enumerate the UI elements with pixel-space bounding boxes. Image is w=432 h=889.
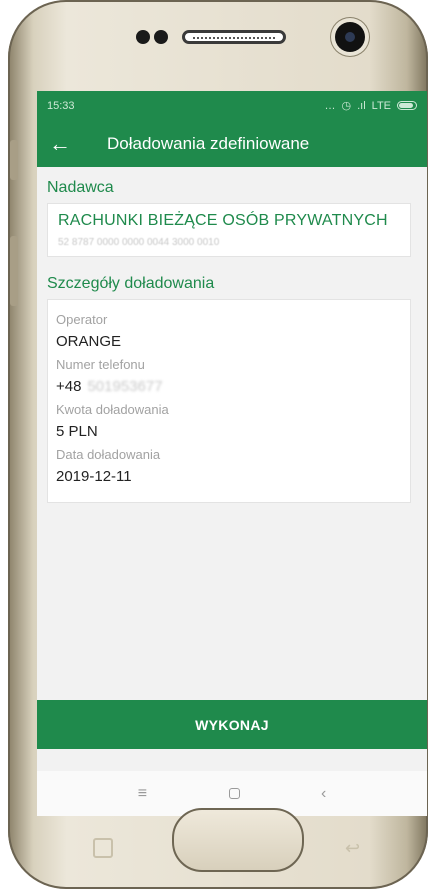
amount-label: Kwota doładowania (56, 402, 169, 417)
hardware-home-button[interactable] (172, 808, 304, 872)
sender-account-name: RACHUNKI BIEŻĄCE OSÓB PRYWATNYCH (58, 212, 388, 229)
battery-icon (397, 101, 417, 110)
earpiece-speaker (182, 30, 286, 44)
app-screen: 15:33 … ◷ .ıl LTE ← Doładowania zdefinio… (37, 91, 427, 816)
phone-prefix: +48 (56, 378, 82, 395)
sender-account-number: 52 8787 0000 0000 0044 3000 0010 (58, 237, 220, 248)
amount-value: 5 PLN (56, 423, 98, 440)
operator-label: Operator (56, 312, 108, 327)
sender-card: RACHUNKI BIEŻĄCE OSÓB PRYWATNYCH 52 8787… (47, 203, 411, 257)
date-value: 2019-12-11 (56, 468, 132, 485)
page-title: Doładowania zdefiniowane (107, 133, 310, 153)
details-card: Operator ORANGE Numer telefonu +48 501953… (47, 299, 411, 503)
volume-up-button (10, 140, 18, 180)
status-icons: … ◷ .ıl LTE (324, 99, 417, 112)
recent-apps-key-icon[interactable] (93, 838, 113, 858)
app-toolbar: ← Doładowania zdefiniowane (37, 120, 427, 167)
light-sensor (154, 30, 168, 44)
status-time: 15:33 (47, 99, 75, 112)
date-label: Data doładowania (56, 447, 161, 462)
sender-section-label: Nadawca (47, 179, 114, 196)
signal-icon: .ıl (357, 99, 366, 112)
phone-value: +48 501953677 (56, 378, 400, 395)
phone-label: Numer telefonu (56, 357, 145, 372)
alarm-icon: ◷ (341, 100, 352, 112)
front-camera (335, 22, 365, 52)
volume-down-button (10, 236, 18, 306)
network-type: LTE (371, 99, 391, 112)
proximity-sensor (136, 30, 150, 44)
operator-value: ORANGE (56, 333, 122, 350)
back-icon[interactable]: ‹ (321, 785, 326, 803)
home-icon[interactable] (228, 788, 240, 799)
dots-icon: … (324, 99, 336, 112)
status-bar: 15:33 … ◷ .ıl LTE (37, 91, 427, 120)
phone-number: 501953677 (87, 378, 163, 395)
details-section-label: Szczegóły doładowania (47, 275, 215, 292)
execute-button[interactable]: WYKONAJ (37, 700, 427, 749)
hardware-back-key-icon[interactable]: ↩ (345, 838, 360, 859)
back-arrow-icon[interactable]: ← (37, 132, 89, 155)
menu-icon[interactable]: ≡ (138, 785, 147, 803)
